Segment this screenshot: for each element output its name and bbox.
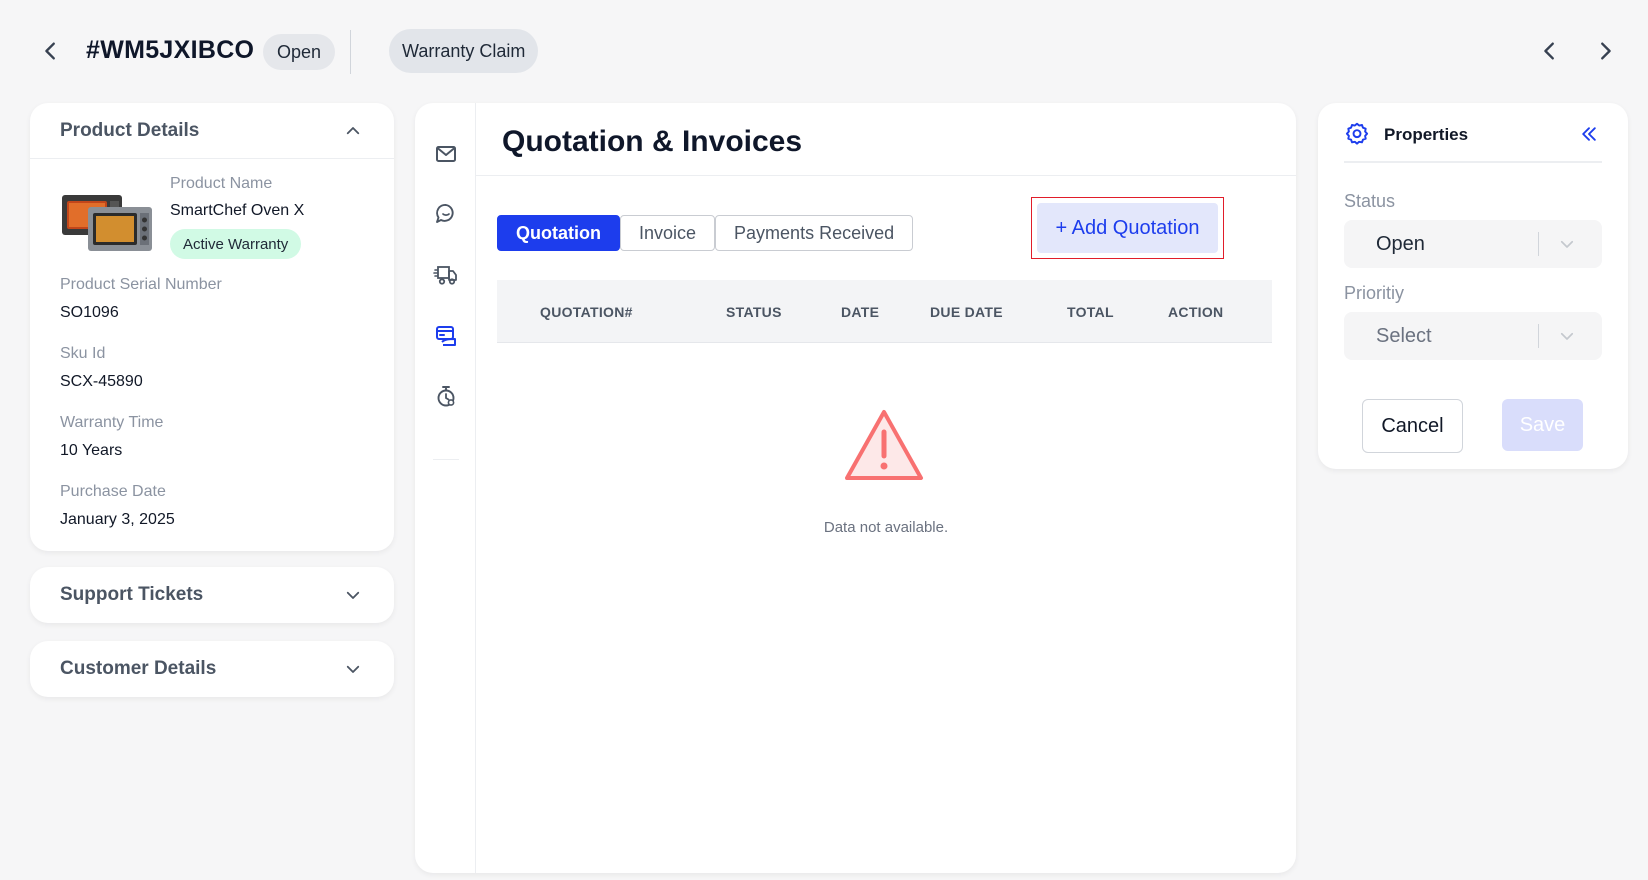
chevron-up-icon xyxy=(346,126,360,134)
collapse-product-details-button[interactable] xyxy=(342,120,364,142)
page-header: #WM5JXIBCO Open Warranty Claim xyxy=(0,0,1648,100)
status-badge: Open xyxy=(263,34,336,70)
chevron-down-icon xyxy=(346,591,360,599)
product-name-label: Product Name xyxy=(170,175,273,192)
sku-value: SCX-45890 xyxy=(60,373,143,390)
properties-header: Properties xyxy=(1344,119,1602,163)
support-tickets-card[interactable]: Support Tickets xyxy=(30,567,394,623)
column-header-action: ACTION xyxy=(1168,303,1224,320)
warning-triangle-icon xyxy=(845,410,923,480)
expand-customer-details-button[interactable] xyxy=(342,658,364,680)
warranty-time-field: Warranty Time 10 Years xyxy=(30,414,394,460)
warranty-time-value: 10 Years xyxy=(60,442,123,459)
rail-mail-button[interactable] xyxy=(432,140,459,167)
support-tickets-header[interactable]: Support Tickets xyxy=(30,567,394,623)
collapse-properties-button[interactable] xyxy=(1576,121,1602,147)
properties-title: Properties xyxy=(1384,125,1469,144)
product-name-value: SmartChef Oven X xyxy=(170,202,305,219)
tab-quotation[interactable]: Quotation xyxy=(497,215,620,251)
column-header-total: TOTAL xyxy=(1067,303,1114,320)
sku-field: Sku Id SCX-45890 xyxy=(30,345,394,391)
chat-icon xyxy=(435,203,454,223)
quotation-invoices-panel: Quotation & Invoices Quotation Invoice P… xyxy=(415,103,1296,873)
expand-support-tickets-button[interactable] xyxy=(342,584,364,606)
product-details-title: Product Details xyxy=(60,119,200,141)
product-info: Product Name SmartChef Oven X Active War… xyxy=(170,173,304,259)
next-ticket-button[interactable] xyxy=(1592,38,1618,64)
status-select-value: Open xyxy=(1376,233,1425,255)
select-divider xyxy=(1538,232,1539,256)
priority-label: Prioritiy xyxy=(1344,283,1405,303)
purchase-date-field: Purchase Date January 3, 2025 xyxy=(30,483,394,529)
tab-payments-received[interactable]: Payments Received xyxy=(715,215,914,251)
add-quotation-button[interactable]: + Add Quotation xyxy=(1037,203,1218,253)
mail-icon xyxy=(435,145,456,162)
column-header-date: DATE xyxy=(841,303,880,320)
save-button[interactable]: Save xyxy=(1502,399,1583,451)
purchase-date-label: Purchase Date xyxy=(60,483,166,500)
chevron-down-icon xyxy=(1556,325,1578,347)
back-button[interactable] xyxy=(38,38,64,64)
status-select[interactable]: Open xyxy=(1344,220,1602,268)
support-tickets-title: Support Tickets xyxy=(60,584,204,605)
title-divider xyxy=(476,175,1296,176)
rail-chat-button[interactable] xyxy=(432,200,459,227)
tab-invoice[interactable]: Invoice xyxy=(619,215,716,251)
cancel-button[interactable]: Cancel xyxy=(1362,399,1463,453)
product-details-header[interactable]: Product Details xyxy=(30,103,394,159)
customer-details-card[interactable]: Customer Details xyxy=(30,641,394,697)
quotation-table-header: QUOTATION# STATUS DATE DUE DATE TOTAL AC… xyxy=(497,280,1272,343)
warranty-status-badge: Active Warranty xyxy=(170,229,302,259)
previous-ticket-button[interactable] xyxy=(1537,38,1563,64)
rail-payments-button[interactable] xyxy=(432,321,459,348)
rail-timer-button[interactable] xyxy=(432,382,459,409)
status-label: Status xyxy=(1344,191,1396,211)
column-header-status: STATUS xyxy=(726,303,782,320)
ticket-type-badge: Warranty Claim xyxy=(389,29,539,73)
select-divider xyxy=(1538,324,1539,348)
purchase-date-value: January 3, 2025 xyxy=(60,511,175,528)
chevron-down-icon xyxy=(1556,233,1578,255)
double-chevron-left-icon xyxy=(1582,127,1596,141)
chevron-left-icon xyxy=(45,42,55,60)
product-summary: Product Name SmartChef Oven X Active War… xyxy=(30,159,394,259)
header-divider xyxy=(350,30,351,74)
chevron-left-icon xyxy=(1544,42,1554,60)
serial-number-value: SO1096 xyxy=(60,304,119,321)
chevron-right-icon xyxy=(1601,42,1611,60)
chevron-down-icon xyxy=(346,665,360,673)
document-tabs: Quotation Invoice Payments Received xyxy=(497,215,914,251)
serial-number-field: Product Serial Number SO1096 xyxy=(30,276,394,322)
delivery-truck-icon xyxy=(432,265,457,285)
column-header-due-date: DUE DATE xyxy=(930,303,1003,320)
product-image xyxy=(62,195,152,251)
warranty-time-label: Warranty Time xyxy=(60,414,164,431)
serial-number-label: Product Serial Number xyxy=(60,276,222,293)
customer-details-header[interactable]: Customer Details xyxy=(30,641,394,697)
rail-divider xyxy=(433,459,459,460)
gear-icon xyxy=(1345,122,1369,145)
sku-label: Sku Id xyxy=(60,345,106,362)
rail-delivery-button[interactable] xyxy=(432,261,459,288)
timer-icon xyxy=(437,385,454,406)
priority-select[interactable]: Select xyxy=(1344,312,1602,360)
customer-details-title: Customer Details xyxy=(60,658,217,679)
column-header-quotation: QUOTATION# xyxy=(540,303,633,320)
properties-panel: Properties Status Open Prioritiy Select … xyxy=(1318,103,1628,469)
page-title: Quotation & Invoices xyxy=(502,125,803,158)
priority-select-value: Select xyxy=(1376,325,1432,347)
empty-state-message: Data not available. xyxy=(823,519,949,536)
payment-icon xyxy=(435,325,456,346)
product-details-card: Product Details Product Name SmartChef O… xyxy=(30,103,394,551)
section-rail xyxy=(415,103,476,873)
ticket-id: #WM5JXIBCO xyxy=(86,36,255,64)
